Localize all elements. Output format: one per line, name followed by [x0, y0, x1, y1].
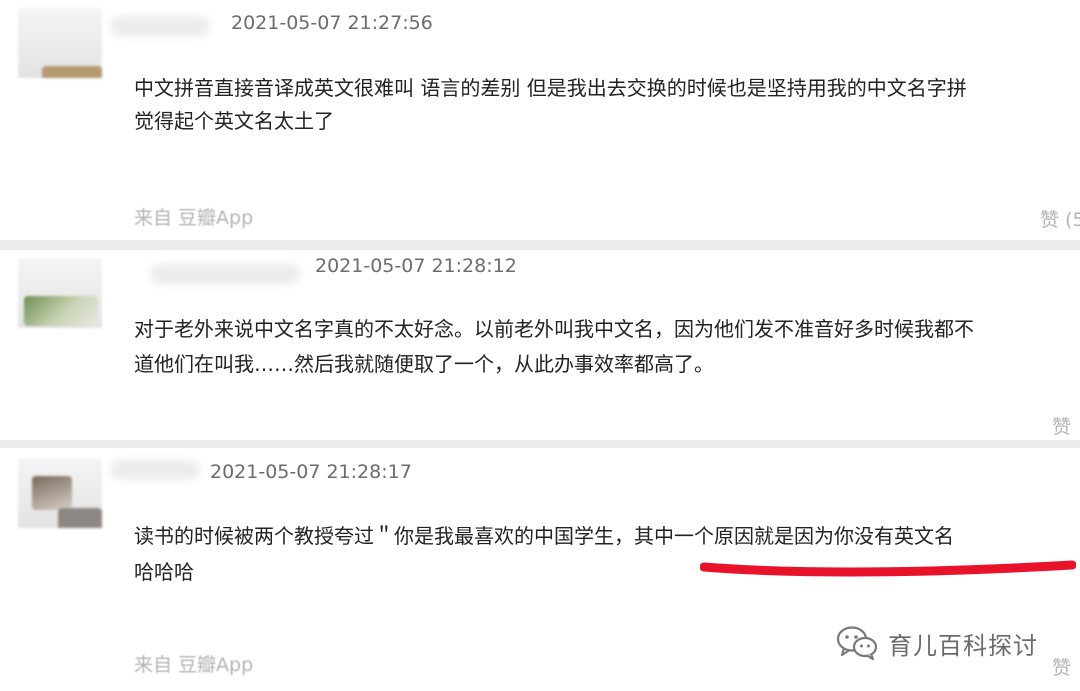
- comment-text-line: 觉得起个英文名太土了: [134, 109, 334, 133]
- timestamp: 2021-05-07 21:28:17: [210, 461, 412, 483]
- username[interactable]: [110, 16, 210, 36]
- source-label: 来自 豆瓣App: [134, 654, 254, 676]
- comment-text-line: 道他们在叫我……然后我就随便取了一个，从此办事效率都高了。: [134, 352, 714, 376]
- comment-text-line: 对于老外来说中文名字真的不太好念。以前老外叫我中文名，因为他们发不准音好多时候我…: [134, 317, 974, 341]
- divider: [0, 440, 1080, 448]
- timestamp: 2021-05-07 21:28:12: [315, 255, 517, 277]
- timestamp: 2021-05-07 21:27:56: [231, 12, 433, 34]
- comment-text-line: 中文拼音直接音译成英文很难叫 语言的差别 但是我出去交换的时候也是坚持用我的中文…: [134, 76, 967, 100]
- highlight-underline: [700, 560, 1076, 577]
- avatar[interactable]: [18, 258, 102, 328]
- like-button[interactable]: 赞: [1052, 412, 1071, 439]
- wechat-icon: [836, 626, 878, 661]
- comment-card: 2021-05-07 21:28:12 对于老外来说中文名字真的不太好念。以前老…: [0, 250, 1080, 440]
- avatar[interactable]: [18, 8, 102, 78]
- comment-text-line: 读书的时候被两个教授夸过＂你是我最喜欢的中国学生，其中一个原因就是因为你没有英文…: [134, 524, 954, 548]
- watermark-text: 育儿百科探讨: [888, 631, 1038, 660]
- like-button[interactable]: 赞: [1052, 653, 1071, 680]
- username[interactable]: [150, 264, 300, 284]
- source-label: 来自 豆瓣App: [134, 207, 254, 229]
- like-button[interactable]: 赞 (5: [1040, 205, 1080, 232]
- username[interactable]: [110, 460, 200, 480]
- comment-card: 2021-05-07 21:27:56 中文拼音直接音译成英文很难叫 语言的差别…: [0, 0, 1080, 240]
- watermark: 育儿百科探讨: [836, 622, 1038, 664]
- avatar[interactable]: [18, 458, 102, 528]
- comment-text-line: 哈哈哈: [134, 560, 194, 584]
- divider: [0, 240, 1080, 250]
